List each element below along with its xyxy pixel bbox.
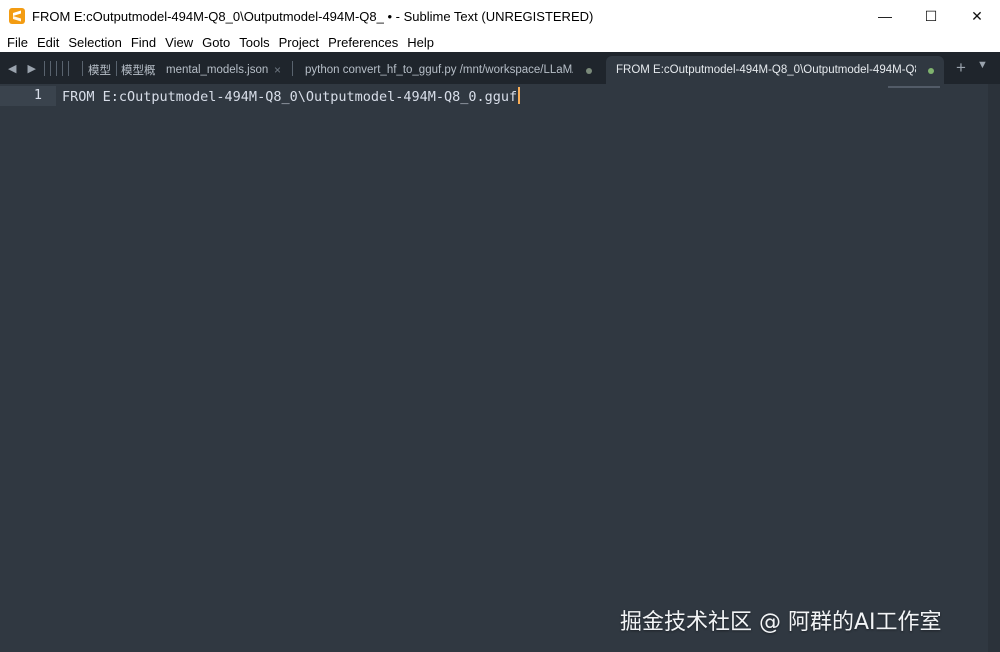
tab-nav-arrows[interactable]: ◀ ▶: [8, 52, 40, 84]
tab-separator: [62, 61, 63, 76]
tab-label: 模型: [88, 65, 111, 77]
close-icon: ✕: [971, 7, 983, 24]
tab-separator: [82, 61, 83, 76]
maximize-button[interactable]: ☐: [908, 0, 954, 32]
line-number: 1: [33, 87, 42, 103]
menu-help[interactable]: Help: [407, 35, 434, 50]
tab-modelfile-active[interactable]: FROM E:cOutputmodel-494M-Q8_0\Outputmode…: [606, 56, 944, 84]
window-controls: — ☐ ✕: [862, 0, 1000, 32]
menu-view[interactable]: View: [165, 35, 193, 50]
menu-tools[interactable]: Tools: [239, 35, 269, 50]
tab-overflow-icon[interactable]: ▼: [977, 59, 988, 71]
tab-convert-script[interactable]: python convert_hf_to_gguf.py /mnt/worksp…: [305, 56, 595, 84]
sublime-window: FROM E:cOutputmodel-494M-Q8_0\Outputmode…: [0, 0, 1000, 652]
vertical-scrollbar[interactable]: [988, 84, 1000, 652]
tab-separator: [116, 61, 117, 76]
tab-model-2[interactable]: 模型概: [121, 56, 157, 84]
tab-separator: [56, 61, 57, 76]
unsaved-dot-icon: [586, 68, 592, 74]
tab-mental-models[interactable]: mental_models.json ×: [166, 56, 290, 84]
tab-label: FROM E:cOutputmodel-494M-Q8_0\Outputmode…: [616, 64, 916, 76]
new-tab-icon[interactable]: +: [956, 58, 966, 78]
menu-preferences[interactable]: Preferences: [328, 35, 398, 50]
tab-separator: [68, 61, 69, 76]
menu-edit[interactable]: Edit: [37, 35, 59, 50]
editor-area[interactable]: 1 FROM E:cOutputmodel-494M-Q8_0\Outputmo…: [0, 84, 1000, 652]
unsaved-dot-icon: [928, 68, 934, 74]
menu-goto[interactable]: Goto: [202, 35, 230, 50]
title-bar: FROM E:cOutputmodel-494M-Q8_0\Outputmode…: [0, 0, 1000, 32]
minimize-button[interactable]: —: [862, 0, 908, 32]
tab-separator: [292, 61, 293, 76]
tab-model-1[interactable]: 模型: [88, 56, 116, 84]
text-caret: [518, 87, 521, 104]
maximize-icon: ☐: [924, 7, 938, 24]
tab-label: mental_models.json: [166, 64, 269, 76]
code-line-text: FROM E:cOutputmodel-494M-Q8_0\Outputmode…: [62, 89, 518, 105]
tab-close-icon[interactable]: ×: [274, 63, 281, 77]
menu-find[interactable]: Find: [131, 35, 156, 50]
menu-file[interactable]: File: [7, 35, 28, 50]
menu-bar: File Edit Selection Find View Goto Tools…: [0, 32, 1000, 52]
close-button[interactable]: ✕: [954, 0, 1000, 32]
menu-project[interactable]: Project: [279, 35, 319, 50]
tab-label: 模型概: [121, 65, 156, 77]
tab-label: python convert_hf_to_gguf.py /mnt/worksp…: [305, 64, 573, 76]
minimap-line[interactable]: [888, 86, 940, 88]
window-title: FROM E:cOutputmodel-494M-Q8_0\Outputmode…: [32, 8, 594, 24]
tab-separator: [50, 61, 51, 76]
sublime-logo-icon: [9, 8, 25, 24]
tab-bar: ◀ ▶ 模型 模型概 mental_models.json × python c…: [0, 52, 1000, 84]
watermark: 掘金技术社区 @ 阿群的AI工作室: [620, 610, 942, 635]
tab-separator: [44, 61, 45, 76]
minimize-icon: —: [878, 8, 892, 24]
menu-selection[interactable]: Selection: [68, 35, 121, 50]
code-line[interactable]: FROM E:cOutputmodel-494M-Q8_0\Outputmode…: [62, 87, 521, 105]
